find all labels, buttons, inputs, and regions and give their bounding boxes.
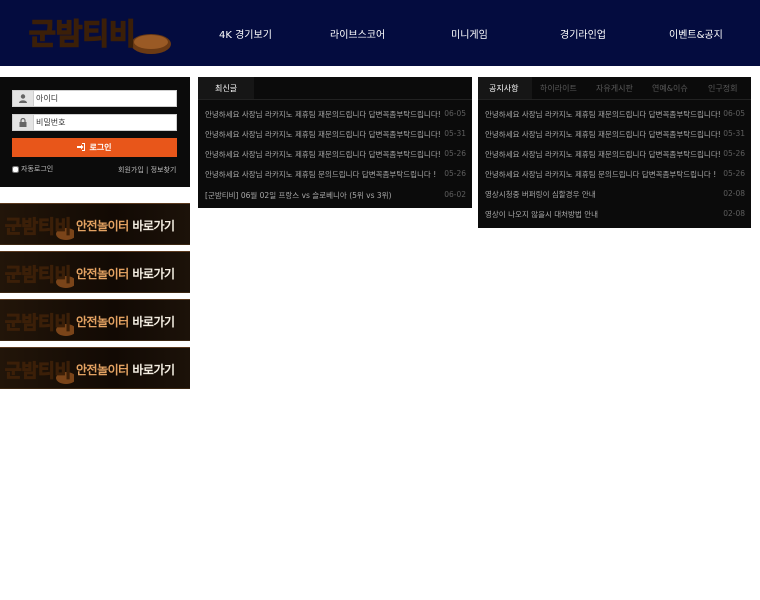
banner-logo-text: 군밤티비 — [5, 265, 71, 286]
recent-posts-panel: 최신글 안녕하세요 사장님 라카지노 제휴팀 재문의드립니다 답변꼭좀부탁드립니… — [198, 77, 472, 208]
banner-text: 안전놀이터 바로가기 — [76, 313, 175, 330]
tab-extra[interactable]: 인구정회 — [708, 83, 737, 94]
post-title: 영상시청중 버퍼링이 심할경우 안내 — [485, 190, 596, 199]
lock-icon — [13, 115, 34, 130]
nav-event-notice[interactable]: 이벤트&공지 — [669, 26, 723, 41]
banner-logo: 군밤티비 — [5, 313, 74, 336]
tab-highlight[interactable]: 하이라이트 — [540, 83, 577, 94]
post-title: 안녕하세요 사장님 라카지노 제휴팀 문의드립니다 답변꼭좀부탁드립니다 ! — [205, 170, 437, 179]
post-title: 안녕하세요 사장님 라카지노 제휴팀 문의드립니다 답변꼭좀부탁드립니다 ! — [485, 170, 717, 179]
id-field — [12, 90, 177, 107]
banner-text-highlight: 안전놀이터 — [76, 267, 129, 281]
login-button-label: 로그인 — [89, 143, 112, 152]
nav-4k-games[interactable]: 4K 경기보기 — [219, 26, 272, 41]
signup-link[interactable]: 회원가입 — [118, 166, 144, 174]
post-date: 02-08 — [720, 209, 745, 218]
post-date: 06-02 — [441, 190, 466, 199]
auto-login-label: 자동로그인 — [21, 165, 54, 173]
safe-site-banner[interactable]: 군밤티비 안전놀이터 바로가기 — [0, 251, 190, 293]
password-field — [12, 114, 177, 131]
tab-free-board[interactable]: 자유게시판 — [596, 83, 633, 94]
post-date: 02-08 — [720, 189, 745, 198]
auto-login-checkbox[interactable] — [12, 165, 19, 173]
post-title: 안녕하세요 사장님 라카지노 제휴팀 재문의드립니다 답변꼭좀부탁드립니다! — [205, 150, 441, 159]
banner-text-rest: 바로가기 — [128, 219, 175, 233]
logo-text: 군밤티비 — [29, 17, 136, 51]
post-date: 05-31 — [441, 129, 466, 138]
banner-logo-text: 군밤티비 — [5, 313, 71, 334]
banner-logo-text: 군밤티비 — [5, 361, 71, 382]
banner-text: 안전놀이터 바로가기 — [76, 217, 175, 234]
banner-text-rest: 바로가기 — [128, 315, 175, 329]
post-title: 영상이 나오지 않을시 대처방법 안내 — [485, 210, 599, 219]
banner-text: 안전놀이터 바로가기 — [76, 265, 175, 282]
banner-text-rest: 바로가기 — [128, 267, 175, 281]
sign-in-icon — [77, 142, 86, 153]
banner-logo-text: 군밤티비 — [5, 217, 71, 238]
post-date: 05-26 — [441, 169, 466, 178]
banner-text-highlight: 안전놀이터 — [76, 315, 129, 329]
auto-login[interactable]: 자동로그인 — [12, 164, 53, 174]
tab-notice[interactable]: 공지사항 — [489, 83, 518, 94]
post-title: [군밤티비] 06월 02일 프랑스 vs 슬로베니아 (5위 vs 3위) — [205, 191, 392, 200]
post-title: 안녕하세요 사장님 라카지노 제휴팀 재문의드립니다 답변꼭좀부탁드립니다! — [205, 130, 441, 139]
post-date: 05-26 — [441, 149, 466, 158]
notice-panel: 공지사항 하이라이트 자유게시판 연예&이슈 인구정회 안녕하세요 사장님 라카… — [478, 77, 751, 228]
nav-live-score[interactable]: 라이브스코어 — [330, 26, 385, 41]
post-date: 05-26 — [720, 169, 745, 178]
banner-logo: 군밤티비 — [5, 217, 74, 240]
recent-tabs: 최신글 — [198, 77, 472, 100]
post-title: 안녕하세요 사장님 라카지노 제휴팀 재문의드립니다 답변꼭좀부탁드립니다! — [485, 130, 721, 139]
links-separator: | — [146, 166, 149, 174]
post-title: 안녕하세요 사장님 라카지노 제휴팀 재문의드립니다 답변꼭좀부탁드립니다! — [485, 150, 721, 159]
safe-site-banner[interactable]: 군밤티비 안전놀이터 바로가기 — [0, 203, 190, 245]
post-date: 06-05 — [720, 109, 745, 118]
notice-tabs: 공지사항 하이라이트 자유게시판 연예&이슈 인구정회 — [478, 77, 751, 100]
user-icon — [13, 91, 34, 106]
safe-site-banner[interactable]: 군밤티비 안전놀이터 바로가기 — [0, 347, 190, 389]
banner-logo: 군밤티비 — [5, 361, 74, 384]
id-input[interactable] — [34, 91, 176, 106]
banner-text: 안전놀이터 바로가기 — [76, 361, 175, 378]
post-title: 안녕하세요 사장님 라카지노 제휴팀 재문의드립니다 답변꼭좀부탁드립니다! — [485, 110, 721, 119]
post-date: 05-31 — [720, 129, 745, 138]
post-date: 06-05 — [441, 109, 466, 118]
site-logo[interactable]: 군밤티비 — [27, 10, 173, 56]
login-button[interactable]: 로그인 — [12, 138, 177, 157]
banner-text-highlight: 안전놀이터 — [76, 219, 129, 233]
password-input[interactable] — [34, 115, 176, 130]
tab-recent[interactable]: 최신글 — [215, 83, 237, 94]
banner-logo: 군밤티비 — [5, 265, 74, 288]
post-date: 05-26 — [720, 149, 745, 158]
account-links: 회원가입 | 정보찾기 — [118, 165, 176, 175]
post-title: 안녕하세요 사장님 라카지노 제휴팀 재문의드립니다 답변꼭좀부탁드립니다! — [205, 110, 441, 119]
banner-text-rest: 바로가기 — [128, 363, 175, 377]
nav-lineup[interactable]: 경기라인업 — [560, 26, 606, 41]
top-header: 군밤티비 4K 경기보기 라이브스코어 미니게임 경기라인업 이벤트&공지 — [0, 0, 760, 66]
nav-mini-game[interactable]: 미니게임 — [451, 26, 488, 41]
safe-site-banner[interactable]: 군밤티비 안전놀이터 바로가기 — [0, 299, 190, 341]
find-info-link[interactable]: 정보찾기 — [151, 166, 177, 174]
login-box: 로그인 자동로그인 회원가입 | 정보찾기 — [0, 77, 190, 187]
tab-entertainment[interactable]: 연예&이슈 — [652, 83, 688, 94]
banner-text-highlight: 안전놀이터 — [76, 363, 129, 377]
